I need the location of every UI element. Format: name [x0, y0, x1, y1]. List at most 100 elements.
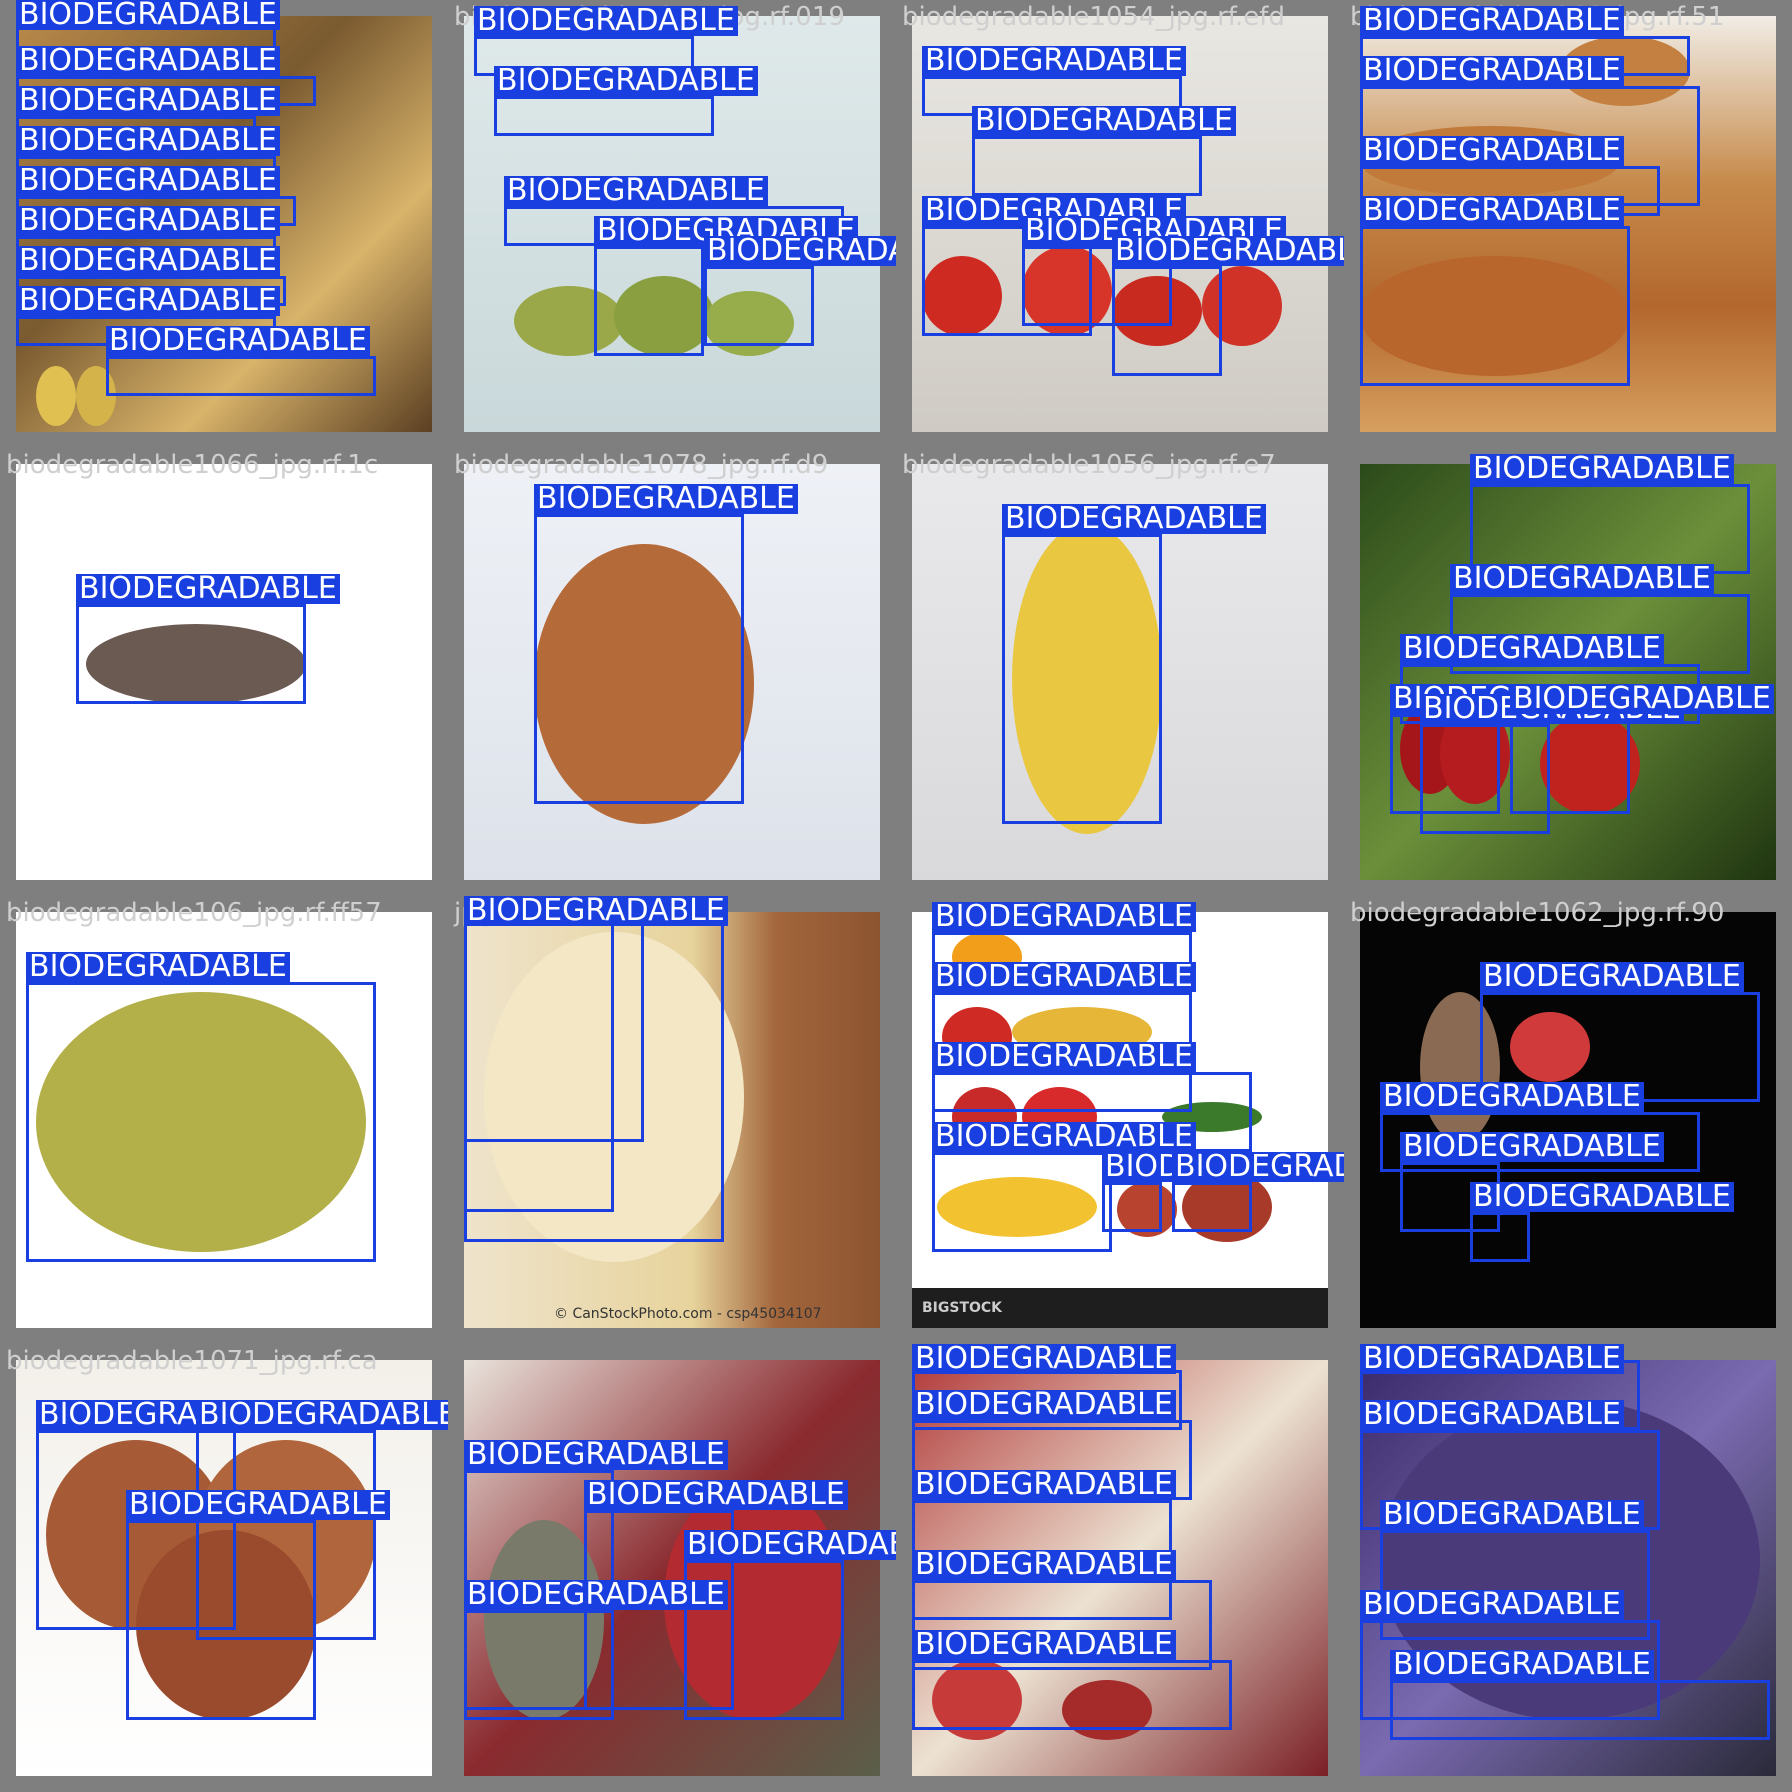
detection-box: [1002, 534, 1162, 824]
detection-label: BIODEGRADABLE: [464, 1580, 728, 1610]
detection-box: [534, 514, 744, 804]
watermark-text: © CanStockPhoto.com - csp45034107: [554, 1306, 822, 1322]
detection-label: BIODEGRADABLE: [126, 1490, 390, 1520]
grid-tile: biodegradable106_jpg.rf.ff57 BIODEGRADABL…: [0, 896, 448, 1344]
detection-box: [126, 1520, 316, 1720]
detection-label: BIODEGRADABLE: [1360, 1344, 1624, 1374]
grid-tile: biodegradable1078_jpg.rf.d9 BIODEGRADABLE: [448, 448, 896, 896]
detection-label: BIODEGRADABLE: [972, 106, 1236, 136]
grid-tile: biodegradable1054_jpg.rf.efd BIODEGRADABL…: [896, 0, 1344, 448]
tile-filename: biodegradable1071_jpg.rf.ca: [6, 1346, 378, 1376]
grid-tile: biodegradable1056_jpg.rf.e7 BIODEGRADABLE: [896, 448, 1344, 896]
detection-label: BIODEGRADABLE: [932, 1042, 1196, 1072]
detection-label: BIODEGRADABLE: [1380, 1500, 1644, 1530]
detection-label: BIODEGRADABLE: [1360, 1400, 1624, 1430]
detection-label: BIODEGRADABLE: [684, 1530, 896, 1560]
detection-box: [594, 246, 704, 356]
detection-box: [704, 266, 814, 346]
detection-label: BIODEGRADABLE: [932, 1122, 1196, 1152]
detection-label: BIODEGRADABLE: [474, 6, 738, 36]
detection-label: BIODEGRADABLE: [1112, 236, 1344, 266]
fruit-blob: [36, 366, 76, 426]
detection-label: BIODEGRADABLE: [106, 326, 370, 356]
tile-filename: biodegradable106_jpg.rf.ff57: [6, 898, 382, 928]
detection-label: BIODEGRADABLE: [1360, 196, 1624, 226]
detection-label: BIODEGRADABLE: [16, 206, 280, 236]
detection-box: [1390, 1680, 1770, 1740]
tile-filename: biodegradable1078_jpg.rf.d9: [454, 450, 829, 480]
watermark-bar: BIGSTOCK: [912, 1288, 1328, 1328]
detection-label: BIODEGRADABLE: [196, 1400, 448, 1430]
detection-box: [76, 604, 306, 704]
grid-tile: BIODEGRADABLE BIODEGRADABLE BIODEGRADABLE B…: [1344, 448, 1792, 896]
detection-box: [932, 1152, 1112, 1252]
grid-tile: BIODEGRADABLE BIODEGRADABLE BIODEGRADABLE B…: [896, 1344, 1344, 1792]
grid-tile: biodegradable1071_jpg.rf.019BIODEGRADABL…: [448, 0, 896, 448]
detection-label: BIODEGRADABLE: [912, 1470, 1176, 1500]
detection-label: BIODEGRADABLE: [1390, 1650, 1654, 1680]
detection-box: [1172, 1182, 1252, 1232]
detection-label: BIODEGRADABLE: [1360, 136, 1624, 166]
detection-label: BIODEGRADABLE: [16, 126, 280, 156]
detection-label: BIODEGRADABLE: [912, 1630, 1176, 1660]
detection-label: BIODEGRADABLE: [16, 286, 280, 316]
grid-tile: BIODEGRADABLE BIODEGRADABLE BIODEGRADABLE B…: [448, 1344, 896, 1792]
grid-tile: © CanStockPhoto.com - csp45034107jpg.rf.…: [448, 896, 896, 1344]
grid-tile: biodegradable1066_jpg.rf.1c BIODEGRADABLE: [0, 448, 448, 896]
grid-tile: BIGSTOCK BIODEGRADABLE BIODEGRADABLE BIODEG…: [896, 896, 1344, 1344]
detection-label: BIODEGRADABLE: [1470, 454, 1734, 484]
detection-box: [1470, 1212, 1530, 1262]
tile-filename: biodegradable1054_jpg.rf.efd: [902, 2, 1285, 32]
detection-label: BIODEGRADABLE: [16, 0, 280, 30]
detection-label: BIODEGRADABLE: [1400, 634, 1664, 664]
detection-label: BIODEGRADABLE: [1360, 1590, 1624, 1620]
grid-tile: BIODEGRADABLE BIODEGRADABLE BIODEGRADABLE B…: [1344, 1344, 1792, 1792]
detection-label: BIODEGRADABLE: [16, 86, 280, 116]
detection-label: BIODEGRADABLE: [494, 66, 758, 96]
detection-label: BIODEGRADABLE: [16, 246, 280, 276]
detection-label: BIODEGRADABLE: [912, 1390, 1176, 1420]
grid-tile: biodegradable1062_jpg.rf.90 BIODEGRADABLE…: [1344, 896, 1792, 1344]
detection-label: BIODEGRADABLE: [922, 46, 1186, 76]
detection-label: BIODEGRADABLE: [16, 166, 280, 196]
detection-box: [1360, 226, 1630, 386]
detection-box: [1510, 714, 1630, 814]
detection-label: BIODEGRADABLE: [932, 962, 1196, 992]
detection-label: BIODEGRADABLE: [932, 902, 1196, 932]
detection-box: [494, 96, 714, 136]
detection-box: [464, 1610, 614, 1710]
detection-label: BIODEGRADABLE: [464, 1440, 728, 1470]
detection-box: [972, 136, 1202, 196]
tile-filename: biodegradable1062_jpg.rf.90: [1350, 898, 1725, 928]
tile-filename: biodegradable1056_jpg.rf.e7: [902, 450, 1276, 480]
detection-label: BIODEGRADABLE: [1360, 6, 1624, 36]
detection-label: BIODEGRADABLE: [1172, 1152, 1344, 1182]
detection-label: BIODEGRADABLE: [26, 952, 290, 982]
detection-box: [26, 982, 376, 1262]
detection-label: BIODEGRADABLE: [1510, 684, 1774, 714]
detection-label: BIODEGRADABLE: [504, 176, 768, 206]
detection-label: BIODEGRADABLE: [1380, 1082, 1644, 1112]
watermark-text: BIGSTOCK: [922, 1300, 1003, 1316]
detection-label: BIODEGRADABLE: [1360, 56, 1624, 86]
detection-label: BIODEGRADABLE: [912, 1344, 1176, 1374]
detection-label: BIODEGRADABLE: [1450, 564, 1714, 594]
grid-tile: biodegradable1071_jpg.rf.ca BIODEGRADABLE…: [0, 1344, 448, 1792]
grid-tile: biodegradable1060_jpg.rf.51BIODEGRADABLE…: [1344, 0, 1792, 448]
detection-label: BIODEGRADABLE: [1480, 962, 1744, 992]
detection-label: BIODEGRADABLE: [1470, 1182, 1734, 1212]
tile-filename: biodegradable1066_jpg.rf.1c: [6, 450, 379, 480]
detection-label: BIODEGRADABLE: [584, 1480, 848, 1510]
detection-box: [912, 1660, 1232, 1730]
detection-label: BIODEGRADABLE: [1002, 504, 1266, 534]
grid-tile: BIODEGRADABLE BIODEGRADABLE BIODEGRADABLE B…: [0, 0, 448, 448]
detection-box: [1112, 266, 1222, 376]
detection-label: BIODEGRADABLE: [76, 574, 340, 604]
detection-label: BIODEGRADABLE: [16, 46, 280, 76]
detection-box: [1102, 1182, 1162, 1232]
detection-box: [106, 356, 376, 396]
detection-label: BIODEGRADABLE: [1400, 1132, 1664, 1162]
detection-label: BIODEGRADABLE: [704, 236, 896, 266]
detection-box: [464, 922, 644, 1142]
detection-label: BIODEGRADABLE: [912, 1550, 1176, 1580]
